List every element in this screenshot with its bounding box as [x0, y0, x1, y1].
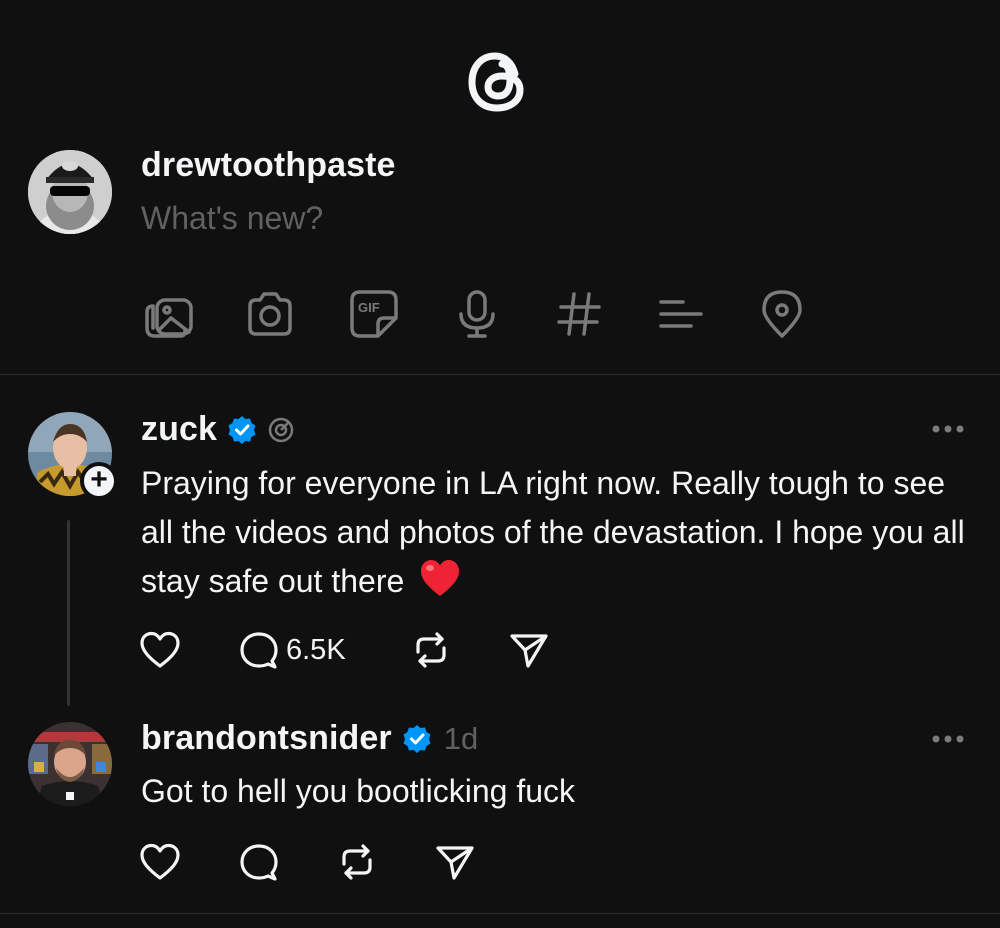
heart-icon — [140, 631, 180, 668]
repost-icon — [416, 632, 446, 668]
post-body: Praying for everyone in LA right now. Re… — [141, 459, 981, 606]
post-header: brandontsnider 1d — [141, 719, 478, 758]
follow-button[interactable]: + — [80, 462, 118, 500]
hashtag-icon[interactable] — [553, 288, 605, 340]
gif-icon[interactable]: GIF — [348, 288, 400, 340]
poll-icon[interactable] — [655, 288, 707, 340]
reply-button[interactable]: 6.5K — [238, 630, 346, 670]
share-button[interactable] — [434, 842, 476, 882]
repost-button[interactable] — [410, 630, 452, 670]
threads-activity-icon — [267, 416, 295, 444]
section-divider — [0, 374, 1000, 375]
post-timestamp: 1d — [443, 720, 479, 756]
post-text: Praying for everyone in LA right now. Re… — [141, 465, 965, 599]
thread-line — [67, 520, 70, 706]
image-gallery-icon[interactable] — [143, 288, 195, 340]
heart-icon — [140, 843, 180, 880]
post-avatar[interactable] — [28, 722, 112, 806]
verified-badge-icon — [227, 415, 257, 445]
post-text: Got to hell you bootlicking fuck — [141, 773, 576, 809]
like-button[interactable] — [139, 630, 187, 670]
post-header: zuck — [141, 410, 295, 449]
comment-icon — [240, 844, 278, 881]
location-pin-icon[interactable] — [756, 288, 808, 340]
repost-button[interactable] — [336, 842, 378, 882]
svg-text:GIF: GIF — [358, 300, 380, 315]
verified-badge-icon — [402, 724, 432, 754]
like-button[interactable] — [139, 842, 181, 882]
reply-count: 6.5K — [286, 633, 346, 666]
post-username[interactable]: brandontsnider — [141, 719, 392, 758]
threads-logo-icon[interactable] — [462, 44, 538, 120]
share-button[interactable] — [508, 630, 550, 670]
send-icon — [510, 634, 548, 668]
more-options-icon[interactable] — [931, 734, 965, 744]
camera-icon[interactable] — [244, 288, 296, 340]
heart-emoji — [419, 558, 461, 598]
comment-icon — [240, 632, 278, 669]
composer-input[interactable]: What's new? — [141, 200, 323, 237]
composer-avatar[interactable] — [28, 150, 112, 234]
microphone-icon[interactable] — [451, 288, 503, 340]
reply-button[interactable] — [238, 842, 280, 882]
composer-username: drewtoothpaste — [141, 146, 396, 184]
more-options-icon[interactable] — [931, 424, 965, 434]
section-divider — [0, 913, 1000, 914]
send-icon — [436, 846, 474, 880]
post-username[interactable]: zuck — [141, 410, 217, 449]
repost-icon — [342, 844, 372, 880]
